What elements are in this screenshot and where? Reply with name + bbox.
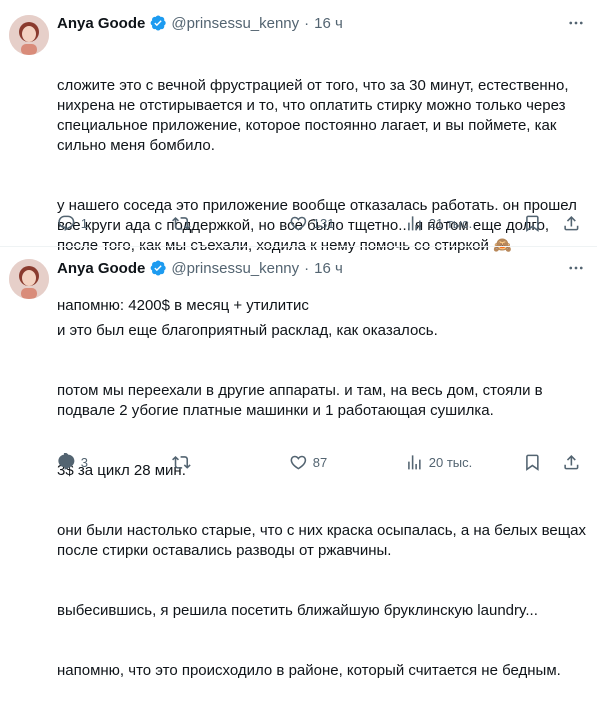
tweet-actions: 3 87 20 тыс. [57,452,592,472]
more-icon[interactable] [565,257,587,279]
reply-icon [58,215,75,231]
avatar[interactable] [9,259,49,299]
tweet-paragraph: выбесившись, я решила посетить ближайшую… [57,602,538,619]
verified-badge-icon [149,259,167,277]
views-icon [408,215,421,231]
timestamp[interactable]: 16 ч [314,15,343,32]
like-count: 87 [312,454,328,470]
like-button[interactable]: 131 [289,213,334,233]
tweet-paragraph: они были настолько старые, что с них кра… [57,522,591,559]
timestamp[interactable]: 16 ч [314,260,343,277]
tweet-paragraph: напомню, что это происходило в районе, к… [57,662,561,679]
author-handle[interactable]: @prinsessu_kenny [171,260,299,277]
tweet-actions: 1 131 21 тыс. [57,213,592,233]
author-name[interactable]: Anya Goode [57,15,145,32]
reply-count: 1 [80,215,88,231]
bookmark-icon [526,215,539,232]
tweet-header: Anya Goode @prinsessu_kenny · 16 ч [57,257,589,279]
bookmark-button[interactable] [523,213,542,233]
tweet[interactable]: Anya Goode @prinsessu_kenny · 16 ч и это… [0,246,597,679]
retweet-button[interactable] [172,213,196,233]
avatar[interactable] [9,15,49,55]
author-handle[interactable]: @prinsessu_kenny [171,15,299,32]
tweet-paragraph: сложите это с вечной фрустрацией от того… [57,77,573,154]
reply-icon [58,452,75,470]
separator-dot: · [304,14,310,32]
bookmark-button[interactable] [523,452,542,472]
share-icon [564,454,579,470]
like-count: 131 [312,215,335,231]
retweet-button[interactable] [172,452,196,472]
share-button[interactable] [562,452,581,472]
more-icon[interactable] [565,12,587,34]
retweet-icon [172,455,191,469]
tweet-paragraph: и это был еще благоприятный расклад, как… [57,322,438,339]
tweet[interactable]: Anya Goode @prinsessu_kenny · 16 ч сложи… [0,0,597,314]
like-button[interactable]: 87 [289,452,327,472]
tweet-paragraph: потом мы переехали в другие аппараты. и … [57,382,547,419]
retweet-icon [172,216,191,230]
tweet-text: и это был еще благоприятный расклад, как… [57,281,589,721]
views-count: 21 тыс. [428,215,473,231]
views-button[interactable]: 21 тыс. [405,213,472,233]
separator-dot: · [304,259,310,277]
views-icon [408,454,421,470]
reply-button[interactable]: 1 [57,213,88,233]
views-count: 20 тыс. [428,454,473,470]
like-icon [290,216,307,231]
share-button[interactable] [562,213,581,233]
reply-button[interactable]: 3 [57,452,88,472]
verified-badge-icon [149,14,167,32]
views-button[interactable]: 20 тыс. [405,452,472,472]
like-icon [290,455,307,470]
tweet-header: Anya Goode @prinsessu_kenny · 16 ч [57,12,589,34]
bookmark-icon [526,454,539,471]
share-icon [564,215,579,231]
author-name[interactable]: Anya Goode [57,260,145,277]
reply-count: 3 [80,454,88,470]
